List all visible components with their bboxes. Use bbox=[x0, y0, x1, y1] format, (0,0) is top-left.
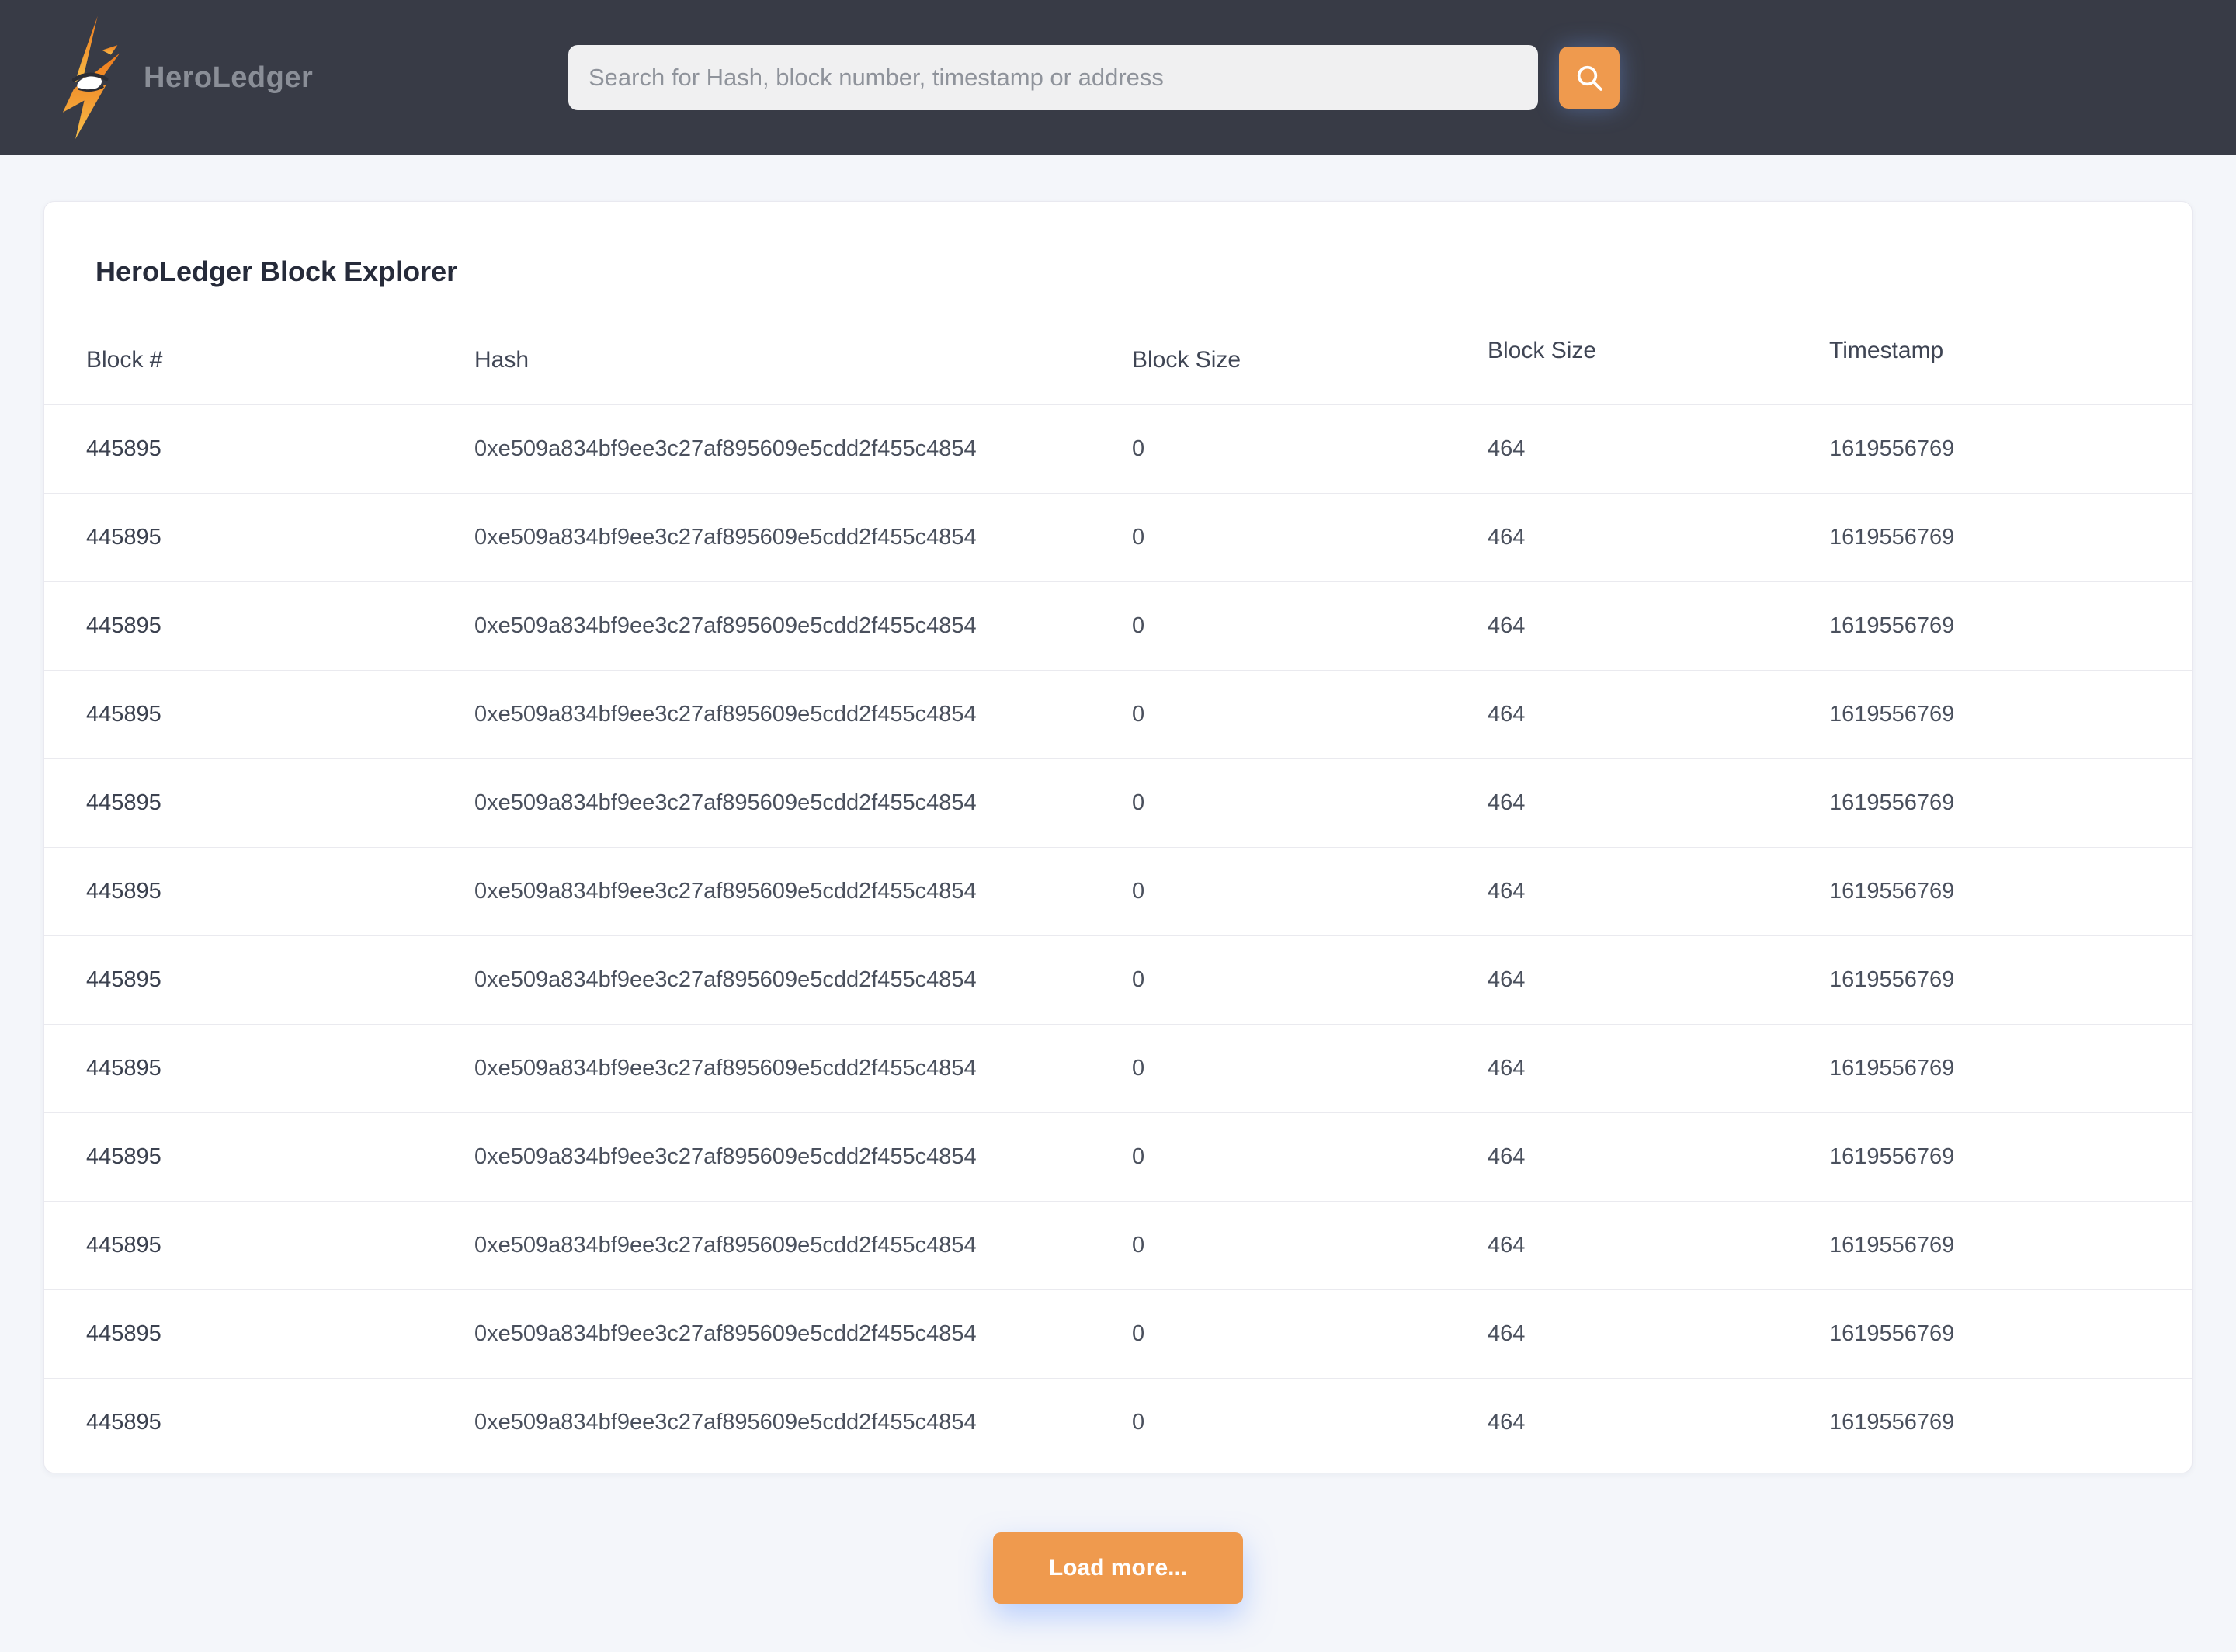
column-header-hash: Hash bbox=[474, 346, 529, 373]
cell-block-size: 0 bbox=[1132, 1377, 1488, 1466]
cell-block-number: 445895 bbox=[44, 581, 474, 670]
cell-timestamp: 1619556769 bbox=[1829, 669, 2192, 758]
cell-block-number: 445895 bbox=[44, 758, 474, 847]
table-row: 445895 0xe509a834bf9ee3c27af895609e5cdd2… bbox=[44, 846, 2192, 935]
cell-hash: 0xe509a834bf9ee3c27af895609e5cdd2f455c48… bbox=[474, 935, 1132, 1024]
cell-block-number: 445895 bbox=[44, 1023, 474, 1112]
cell-hash: 0xe509a834bf9ee3c27af895609e5cdd2f455c48… bbox=[474, 758, 1132, 847]
table-header: Block # Hash Block Size Block Size Times… bbox=[44, 288, 2192, 404]
main-content: HeroLedger Block Explorer Block # Hash B… bbox=[0, 201, 2236, 1604]
table-row: 445895 0xe509a834bf9ee3c27af895609e5cdd2… bbox=[44, 492, 2192, 581]
cell-block-number: 445895 bbox=[44, 1200, 474, 1289]
cell-timestamp: 1619556769 bbox=[1829, 581, 2192, 670]
cell-block-number: 445895 bbox=[44, 846, 474, 935]
cell-timestamp: 1619556769 bbox=[1829, 1200, 2192, 1289]
cell-timestamp: 1619556769 bbox=[1829, 404, 2192, 493]
cell-block-size: 0 bbox=[1132, 758, 1488, 847]
page-title: HeroLedger Block Explorer bbox=[95, 255, 458, 287]
cell-block-size: 0 bbox=[1132, 581, 1488, 670]
cell-timestamp: 1619556769 bbox=[1829, 758, 2192, 847]
cell-timestamp: 1619556769 bbox=[1829, 492, 2192, 581]
column-header-block-size: Block Size bbox=[1132, 346, 1241, 373]
column-header-block-number: Block # bbox=[86, 346, 163, 373]
cell-block-size-2: 464 bbox=[1488, 1289, 1829, 1378]
load-more-button[interactable]: Load more... bbox=[993, 1532, 1243, 1604]
table-row: 445895 0xe509a834bf9ee3c27af895609e5cdd2… bbox=[44, 669, 2192, 758]
table-row: 445895 0xe509a834bf9ee3c27af895609e5cdd2… bbox=[44, 1377, 2192, 1466]
blocks-table: Block # Hash Block Size Block Size Times… bbox=[44, 288, 2192, 1466]
brand: HeroLedger bbox=[0, 15, 313, 141]
cell-block-size: 0 bbox=[1132, 404, 1488, 493]
cell-block-number: 445895 bbox=[44, 669, 474, 758]
cell-timestamp: 1619556769 bbox=[1829, 846, 2192, 935]
table-row: 445895 0xe509a834bf9ee3c27af895609e5cdd2… bbox=[44, 758, 2192, 847]
cell-block-size-2: 464 bbox=[1488, 581, 1829, 670]
cell-hash: 0xe509a834bf9ee3c27af895609e5cdd2f455c48… bbox=[474, 492, 1132, 581]
cell-timestamp: 1619556769 bbox=[1829, 1023, 2192, 1112]
cell-block-size-2: 464 bbox=[1488, 758, 1829, 847]
cell-block-number: 445895 bbox=[44, 1377, 474, 1466]
cell-block-size: 0 bbox=[1132, 846, 1488, 935]
cell-block-size: 0 bbox=[1132, 1112, 1488, 1201]
column-header-timestamp: Timestamp bbox=[1829, 337, 1944, 363]
cell-hash: 0xe509a834bf9ee3c27af895609e5cdd2f455c48… bbox=[474, 581, 1132, 670]
cell-hash: 0xe509a834bf9ee3c27af895609e5cdd2f455c48… bbox=[474, 1200, 1132, 1289]
search-input[interactable] bbox=[568, 45, 1538, 110]
cell-block-number: 445895 bbox=[44, 492, 474, 581]
table-body: 445895 0xe509a834bf9ee3c27af895609e5cdd2… bbox=[44, 404, 2192, 1466]
cell-timestamp: 1619556769 bbox=[1829, 1112, 2192, 1201]
cell-block-size: 0 bbox=[1132, 669, 1488, 758]
cell-block-size-2: 464 bbox=[1488, 669, 1829, 758]
cell-block-size: 0 bbox=[1132, 1200, 1488, 1289]
table-row: 445895 0xe509a834bf9ee3c27af895609e5cdd2… bbox=[44, 935, 2192, 1024]
cell-block-size-2: 464 bbox=[1488, 935, 1829, 1024]
cell-hash: 0xe509a834bf9ee3c27af895609e5cdd2f455c48… bbox=[474, 1023, 1132, 1112]
cell-block-size-2: 464 bbox=[1488, 492, 1829, 581]
table-row: 445895 0xe509a834bf9ee3c27af895609e5cdd2… bbox=[44, 581, 2192, 670]
cell-hash: 0xe509a834bf9ee3c27af895609e5cdd2f455c48… bbox=[474, 404, 1132, 493]
column-header-block-size-2: Block Size bbox=[1488, 337, 1597, 363]
block-explorer-card: HeroLedger Block Explorer Block # Hash B… bbox=[43, 201, 2193, 1473]
cell-timestamp: 1619556769 bbox=[1829, 1377, 2192, 1466]
cell-block-number: 445895 bbox=[44, 1289, 474, 1378]
cell-timestamp: 1619556769 bbox=[1829, 935, 2192, 1024]
cell-block-size-2: 464 bbox=[1488, 1377, 1829, 1466]
table-row: 445895 0xe509a834bf9ee3c27af895609e5cdd2… bbox=[44, 404, 2192, 493]
cell-block-number: 445895 bbox=[44, 935, 474, 1024]
cell-block-number: 445895 bbox=[44, 404, 474, 493]
cell-block-size-2: 464 bbox=[1488, 846, 1829, 935]
cell-hash: 0xe509a834bf9ee3c27af895609e5cdd2f455c48… bbox=[474, 1289, 1132, 1378]
cell-block-size: 0 bbox=[1132, 492, 1488, 581]
table-row: 445895 0xe509a834bf9ee3c27af895609e5cdd2… bbox=[44, 1200, 2192, 1289]
search-button[interactable] bbox=[1559, 47, 1620, 109]
search-bar bbox=[568, 0, 1620, 155]
table-row: 445895 0xe509a834bf9ee3c27af895609e5cdd2… bbox=[44, 1289, 2192, 1378]
brand-name: HeroLedger bbox=[144, 61, 314, 94]
cell-block-size: 0 bbox=[1132, 1289, 1488, 1378]
cell-block-size-2: 464 bbox=[1488, 404, 1829, 493]
cell-block-number: 445895 bbox=[44, 1112, 474, 1201]
cell-hash: 0xe509a834bf9ee3c27af895609e5cdd2f455c48… bbox=[474, 1112, 1132, 1201]
cell-hash: 0xe509a834bf9ee3c27af895609e5cdd2f455c48… bbox=[474, 669, 1132, 758]
search-icon bbox=[1577, 65, 1602, 91]
cell-hash: 0xe509a834bf9ee3c27af895609e5cdd2f455c48… bbox=[474, 846, 1132, 935]
cell-hash: 0xe509a834bf9ee3c27af895609e5cdd2f455c48… bbox=[474, 1377, 1132, 1466]
app-header: HeroLedger bbox=[0, 0, 2236, 155]
cell-block-size-2: 464 bbox=[1488, 1112, 1829, 1201]
table-row: 445895 0xe509a834bf9ee3c27af895609e5cdd2… bbox=[44, 1112, 2192, 1201]
heroledger-logo-icon bbox=[62, 16, 120, 140]
cell-block-size-2: 464 bbox=[1488, 1023, 1829, 1112]
cell-timestamp: 1619556769 bbox=[1829, 1289, 2192, 1378]
cell-block-size: 0 bbox=[1132, 935, 1488, 1024]
cell-block-size-2: 464 bbox=[1488, 1200, 1829, 1289]
table-row: 445895 0xe509a834bf9ee3c27af895609e5cdd2… bbox=[44, 1023, 2192, 1112]
cell-block-size: 0 bbox=[1132, 1023, 1488, 1112]
